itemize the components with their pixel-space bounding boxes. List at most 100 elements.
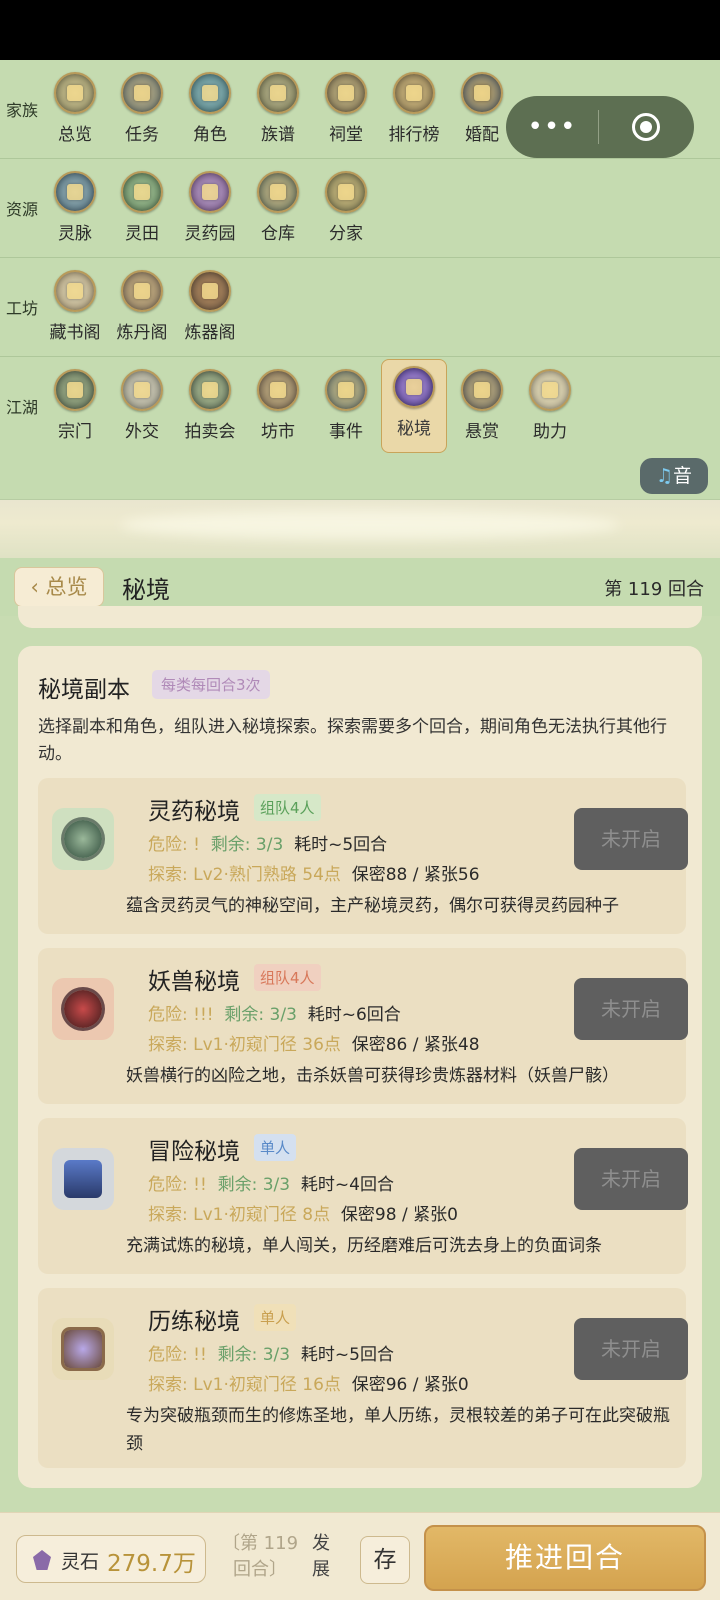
training-realm-icon — [52, 1318, 114, 1380]
dungeon-item-beast: 妖兽秘境 组队4人 危险: !!! 剩余: 3/3 耗时~6回合 探索: Lv1… — [38, 948, 688, 1104]
character-icon — [189, 72, 231, 114]
solo-tag: 单人 — [254, 1304, 297, 1331]
nav-item-spirit-field[interactable]: 灵田 — [109, 165, 175, 257]
nav-item-event[interactable]: 事件 — [313, 363, 379, 455]
back-button[interactable]: ‹ 总览 — [14, 567, 104, 607]
dungeon-description: 专为突破瓶颈而生的修炼圣地，单人历练，灵根较差的弟子可在此突破瓶颈 — [126, 1406, 670, 1454]
dungeon-description: 妖兽横行的凶险之地，击杀妖兽可获得珍贵炼器材料（妖兽尸骸） — [126, 1066, 619, 1086]
nav-item-herb-garden[interactable]: 灵药园 — [177, 165, 243, 257]
dungeon-explore: 探索: Lv2·熟门熟路 54点 保密88 / 紧张56 — [148, 865, 480, 885]
dungeon-item-training: 历练秘境 单人 危险: !! 剩余: 3/3 耗时~5回合 探索: Lv1·初窥… — [38, 1288, 688, 1468]
spirit-stone-balance[interactable]: 灵石 279.7万 — [16, 1535, 206, 1583]
nav-item-secret-realm[interactable]: 秘境 — [381, 359, 447, 453]
nav-row-label: 江湖 — [6, 398, 39, 417]
bottom-bar: 灵石 279.7万 〔第 119 回合〕 发展 存 推进回合 — [0, 1512, 720, 1600]
warehouse-icon — [257, 171, 299, 213]
marriage-icon — [461, 72, 503, 114]
forge-icon — [189, 270, 231, 312]
spirit-stone-value: 279.7万 — [107, 1551, 196, 1577]
shrine-icon — [325, 72, 367, 114]
alchemy-icon — [121, 270, 163, 312]
dungeon-explore: 探索: Lv1·初窥门径 8点 保密98 / 紧张0 — [148, 1205, 458, 1225]
event-icon — [325, 369, 367, 411]
develop-label: 发展 — [312, 1533, 330, 1580]
nav-row-jianghu: 江湖 宗门 外交 拍卖会 坊市 事件 秘境 悬赏 助力 — [0, 357, 720, 500]
nav-item-market[interactable]: 坊市 — [245, 363, 311, 455]
secret-realm-icon — [393, 366, 435, 408]
task-icon — [121, 72, 163, 114]
dungeon-item-herb: 灵药秘境 组队4人 危险: ! 剩余: 3/3 耗时~5回合 探索: Lv2·熟… — [38, 778, 688, 934]
turn-indicator: 第 119 回合 — [604, 579, 704, 600]
nav-item-auction[interactable]: 拍卖会 — [177, 363, 243, 455]
card-description: 选择副本和角色，组队进入秘境探索。探索需要多个回合，期间角色无法执行其他行动。 — [38, 717, 667, 764]
team-tag: 组队4人 — [254, 964, 321, 991]
overview-icon — [54, 72, 96, 114]
herb-garden-icon — [189, 171, 231, 213]
nav-item-leaderboard[interactable]: 排行榜 — [381, 66, 447, 158]
nav-item-library[interactable]: 藏书阁 — [42, 264, 108, 356]
dungeon-description: 蕴含灵药灵气的神秘空间，主产秘境灵药，偶尔可获得灵药园种子 — [126, 896, 619, 916]
nav-row-workshop: 工坊 藏书阁 炼丹阁 炼器阁 — [0, 258, 720, 357]
enter-button-disabled[interactable]: 未开启 — [574, 1148, 688, 1210]
beast-realm-icon — [52, 978, 114, 1040]
nav-item-family-tree[interactable]: 族谱 — [245, 66, 311, 158]
solo-tag: 单人 — [254, 1134, 297, 1161]
dungeon-name: 历练秘境 — [148, 1309, 240, 1335]
save-button[interactable]: 存 — [360, 1536, 410, 1584]
chevron-left-icon: ‹ — [30, 575, 46, 599]
dungeon-explore: 探索: Lv1·初窥门径 36点 保密86 / 紧张48 — [148, 1035, 480, 1055]
team-tag: 组队4人 — [254, 794, 321, 821]
dungeon-item-adventure: 冒险秘境 单人 危险: !! 剩余: 3/3 耗时~4回合 探索: Lv1·初窥… — [38, 1118, 688, 1274]
secret-realm-card: 秘境副本 每类每回合3次 选择副本和角色，组队进入秘境探索。探索需要多个回合，期… — [18, 646, 702, 1488]
dungeon-name: 灵药秘境 — [148, 799, 240, 825]
auction-icon — [189, 369, 231, 411]
nav-item-assist[interactable]: 助力 — [517, 363, 583, 455]
herb-realm-icon — [52, 808, 114, 870]
nav-item-shrine[interactable]: 祠堂 — [313, 66, 379, 158]
leaderboard-icon — [393, 72, 435, 114]
decorative-banner — [0, 500, 720, 558]
dungeon-explore: 探索: Lv1·初窥门径 16点 保密96 / 紧张0 — [148, 1375, 469, 1395]
library-icon — [54, 270, 96, 312]
sect-icon — [54, 369, 96, 411]
dungeon-name: 冒险秘境 — [148, 1139, 240, 1165]
diplomacy-icon — [121, 369, 163, 411]
turn-info: 〔第 119 回合〕 — [221, 1533, 299, 1580]
nav-item-forge[interactable]: 炼器阁 — [177, 264, 243, 356]
dungeon-stats: 危险: !! 剩余: 3/3 耗时~4回合 — [148, 1175, 394, 1195]
nav-row-label: 资源 — [6, 200, 39, 219]
family-tree-icon — [257, 72, 299, 114]
card-title: 秘境副本 — [38, 677, 130, 703]
close-target-icon[interactable] — [599, 96, 693, 158]
branch-family-icon — [325, 171, 367, 213]
nav-item-diplomacy[interactable]: 外交 — [109, 363, 175, 455]
nav-item-branch-family[interactable]: 分家 — [313, 165, 379, 257]
nav-item-alchemy[interactable]: 炼丹阁 — [109, 264, 175, 356]
music-note-icon: ♫ — [655, 465, 674, 487]
enter-button-disabled[interactable]: 未开启 — [574, 978, 688, 1040]
market-icon — [257, 369, 299, 411]
enter-button-disabled[interactable]: 未开启 — [574, 808, 688, 870]
status-bar — [0, 0, 720, 60]
bounty-icon — [461, 369, 503, 411]
nav-item-sect[interactable]: 宗门 — [42, 363, 108, 455]
more-icon[interactable]: ••• — [506, 96, 598, 158]
miniprogram-capsule: ••• — [506, 96, 694, 158]
nav-row-label: 家族 — [6, 101, 39, 120]
dungeon-stats: 危险: !! 剩余: 3/3 耗时~5回合 — [148, 1345, 394, 1365]
assist-icon — [529, 369, 571, 411]
sound-button[interactable]: ♫音 — [640, 458, 708, 494]
enter-button-disabled[interactable]: 未开启 — [574, 1318, 688, 1380]
nav-item-spirit-vein[interactable]: 灵脉 — [42, 165, 108, 257]
nav-grid: 家族 总览 任务 角色 族谱 祠堂 排行榜 婚配 资源 灵脉 灵田 灵药园 仓库… — [0, 60, 720, 500]
spirit-field-icon — [121, 171, 163, 213]
nav-item-character[interactable]: 角色 — [177, 66, 243, 158]
dungeon-name: 妖兽秘境 — [148, 969, 240, 995]
nav-item-bounty[interactable]: 悬赏 — [449, 363, 515, 455]
nav-item-task[interactable]: 任务 — [109, 66, 175, 158]
advance-turn-button[interactable]: 推进回合 — [424, 1525, 706, 1591]
nav-item-warehouse[interactable]: 仓库 — [245, 165, 311, 257]
spirit-stone-icon — [33, 1550, 51, 1570]
nav-item-overview[interactable]: 总览 — [42, 66, 108, 158]
page-title: 秘境 — [122, 576, 170, 604]
